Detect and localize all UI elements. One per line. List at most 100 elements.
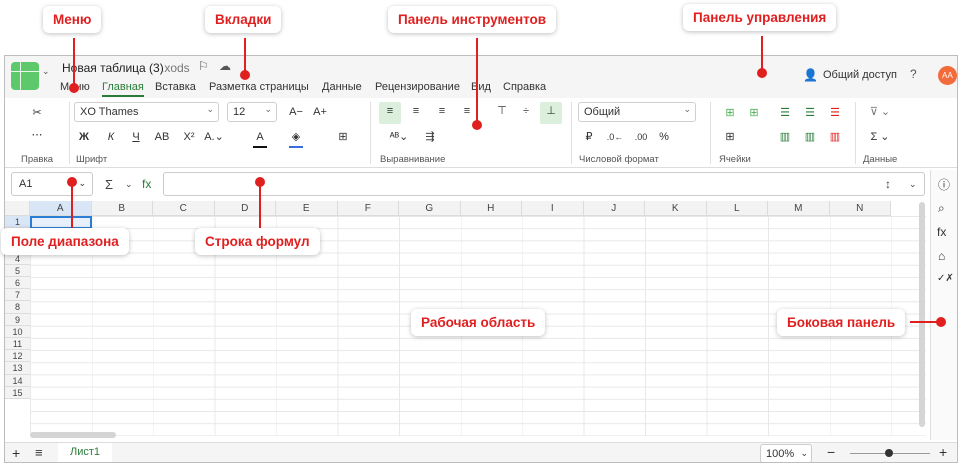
increase-font-button[interactable]: A+ xyxy=(311,103,329,121)
insert-column-icon[interactable]: ▥ xyxy=(777,128,793,146)
column-header[interactable]: A xyxy=(30,201,92,216)
function-icon[interactable]: fx xyxy=(937,225,946,239)
column-header[interactable]: N xyxy=(829,201,891,216)
align-left-button[interactable]: ≡ xyxy=(379,102,401,124)
sheet-tab[interactable]: Лист1 xyxy=(58,443,113,462)
sum-icon[interactable]: Σ ⌄ xyxy=(866,128,894,146)
decrease-font-button[interactable]: A− xyxy=(287,103,305,121)
column-header[interactable]: C xyxy=(153,201,215,216)
superscript-button[interactable]: Х² xyxy=(181,128,197,146)
sigma-icon[interactable]: Σ xyxy=(105,177,113,192)
column-header[interactable]: F xyxy=(337,201,399,216)
row-header[interactable]: 1 xyxy=(5,216,30,229)
column-header[interactable]: H xyxy=(460,201,522,216)
row-header[interactable]: 11 xyxy=(5,338,30,351)
column-header[interactable]: B xyxy=(91,201,153,216)
row-format-icon[interactable]: ☰ xyxy=(802,104,818,122)
column-header[interactable]: M xyxy=(768,201,830,216)
chevron-down-icon[interactable]: ⌄ xyxy=(125,179,133,190)
column-header[interactable]: E xyxy=(276,201,338,216)
row-header[interactable]: 7 xyxy=(5,289,30,302)
row-header[interactable]: 6 xyxy=(5,277,30,290)
delete-row-icon[interactable]: ☰ xyxy=(827,104,843,122)
row-header[interactable]: 10 xyxy=(5,325,30,338)
column-header[interactable]: K xyxy=(645,201,707,216)
filter-icon[interactable]: ⊽ ⌄ xyxy=(866,103,894,121)
delete-cells-icon[interactable]: ⊞ xyxy=(746,104,762,122)
row-header[interactable]: 12 xyxy=(5,350,30,363)
align-right-button[interactable]: ≡ xyxy=(433,102,451,120)
flag-icon[interactable]: ⚐ xyxy=(198,59,209,73)
fill-color-icon[interactable]: ◈ xyxy=(289,128,303,148)
column-header[interactable]: L xyxy=(706,201,768,216)
align-top-button[interactable]: ⊤ xyxy=(493,102,511,120)
tab-home[interactable]: Главная xyxy=(102,81,144,97)
user-icon[interactable]: 👤 xyxy=(803,68,818,82)
chevron-down-icon[interactable]: ⌄ xyxy=(42,66,50,77)
select-all-corner[interactable] xyxy=(5,201,30,216)
underline-button[interactable]: Ч xyxy=(129,128,143,146)
column-header[interactable]: D xyxy=(214,201,276,216)
font-size-select[interactable]: 12 ⌄ xyxy=(227,102,277,122)
add-sheet-icon[interactable]: + xyxy=(12,445,20,461)
tag-icon[interactable]: ⌂ xyxy=(938,249,945,263)
row-header[interactable]: 15 xyxy=(5,386,30,399)
zoom-slider-thumb[interactable] xyxy=(885,449,893,457)
align-bottom-button[interactable]: ⊥ xyxy=(540,102,562,124)
more-icon[interactable]: ⋯ xyxy=(29,126,45,144)
align-center-button[interactable]: ≡ xyxy=(407,102,425,120)
check-list-icon[interactable]: ✓✗ xyxy=(937,273,954,284)
zoom-select[interactable]: 100% ⌄ xyxy=(760,444,812,462)
column-header[interactable]: I xyxy=(522,201,584,216)
tab-page-layout[interactable]: Разметка страницы xyxy=(209,81,309,93)
row-header[interactable]: 14 xyxy=(5,374,30,387)
formula-input[interactable] xyxy=(163,172,925,196)
borders-icon[interactable]: ⊞ xyxy=(335,128,351,146)
italic-button[interactable]: К xyxy=(104,128,118,146)
row-header[interactable]: 13 xyxy=(5,362,30,375)
app-logo[interactable] xyxy=(11,62,39,90)
bold-button[interactable]: Ж xyxy=(77,128,91,146)
font-color-button[interactable]: А xyxy=(253,128,267,148)
vertical-scrollbar[interactable] xyxy=(919,202,925,427)
add-cell-icon[interactable]: ⊞ xyxy=(722,128,738,146)
chevron-down-icon[interactable]: ⌄ xyxy=(909,179,917,190)
insert-row-icon[interactable]: ☰ xyxy=(777,104,793,122)
decrease-decimal-button[interactable]: .0← xyxy=(605,128,625,146)
text-direction-button[interactable]: ᴬᴮ⌄ xyxy=(384,128,414,146)
sheet-list-icon[interactable]: ≡ xyxy=(35,445,43,460)
cut-icon[interactable]: ✂ xyxy=(29,104,45,122)
tab-help[interactable]: Справка xyxy=(503,81,546,93)
range-field[interactable]: A1 ⌄ xyxy=(11,172,93,196)
info-icon[interactable]: ⓘ xyxy=(938,176,950,193)
increase-decimal-button[interactable]: .00 xyxy=(631,128,651,146)
zoom-in-icon[interactable]: + xyxy=(939,444,947,460)
row-header[interactable]: 5 xyxy=(5,264,30,277)
share-button[interactable]: Общий доступ xyxy=(823,69,897,81)
tab-view[interactable]: Вид xyxy=(471,81,491,93)
font-select[interactable]: XO Thames ⌄ xyxy=(74,102,219,122)
align-middle-button[interactable]: ÷ xyxy=(517,102,535,120)
row-header[interactable]: 9 xyxy=(5,313,30,326)
insert-cells-icon[interactable]: ⊞ xyxy=(722,104,738,122)
tab-data[interactable]: Данные xyxy=(322,81,362,93)
fx-icon[interactable]: fx xyxy=(142,177,151,191)
document-title[interactable]: Новая таблица (3) xyxy=(62,61,164,75)
expand-icon[interactable]: ↕ xyxy=(885,177,891,191)
horizontal-scrollbar[interactable] xyxy=(30,432,116,438)
column-header[interactable]: J xyxy=(583,201,645,216)
column-header[interactable]: G xyxy=(399,201,461,216)
strike-button[interactable]: АВ xyxy=(154,128,170,146)
cloud-icon[interactable]: ☁ xyxy=(219,59,231,73)
format-button[interactable]: А.⌄ xyxy=(204,128,224,146)
chevron-down-icon[interactable]: ⌄ xyxy=(78,178,86,189)
delete-column-icon[interactable]: ▥ xyxy=(827,128,843,146)
tab-insert[interactable]: Вставка xyxy=(155,81,196,93)
justify-button[interactable]: ≡ xyxy=(458,102,476,120)
column-format-icon[interactable]: ▥ xyxy=(802,128,818,146)
tab-review[interactable]: Рецензирование xyxy=(375,81,460,93)
row-header[interactable]: 8 xyxy=(5,301,30,314)
avatar[interactable]: АА xyxy=(938,66,957,85)
search-icon[interactable]: ⌕ xyxy=(938,201,945,216)
percent-icon[interactable]: % xyxy=(657,128,671,146)
